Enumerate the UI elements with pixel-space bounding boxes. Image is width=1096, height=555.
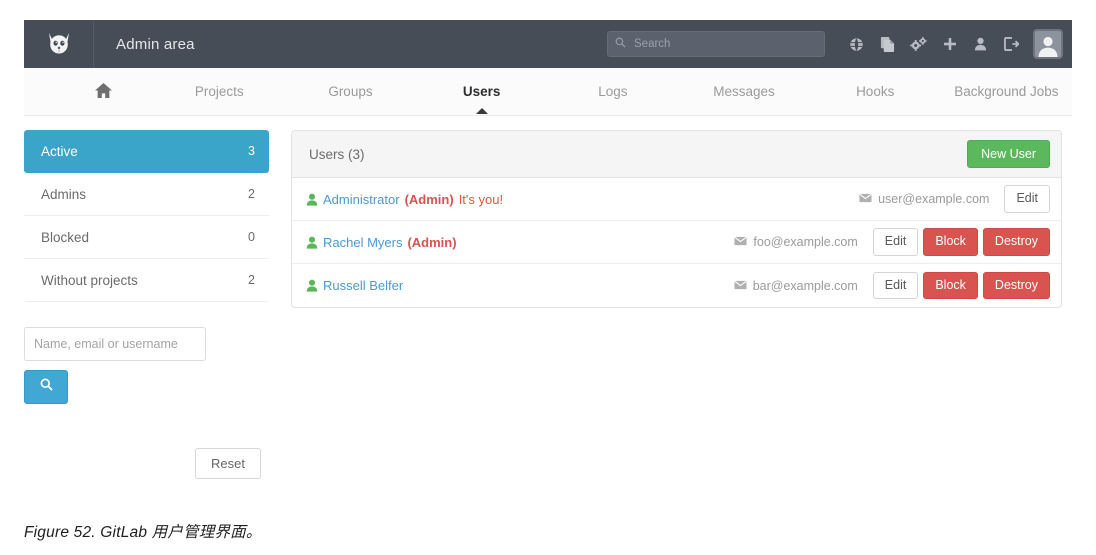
destroy-button[interactable]: Destroy — [982, 271, 1050, 300]
search-input[interactable] — [607, 31, 825, 57]
sidebar-item-count: 2 — [248, 273, 255, 287]
user-icon — [306, 193, 318, 206]
user-name-link[interactable]: Rachel Myers — [323, 235, 402, 250]
admin-tabbar: Projects Groups Users Logs Messages Hook… — [24, 68, 1072, 116]
user-filter-list: Active 3 Admins 2 Blocked 0 Without proj… — [24, 130, 269, 302]
user-search-form: Reset — [24, 302, 269, 479]
main-column: Users (3) New User Administrator (Admin)… — [269, 130, 1062, 479]
edit-button[interactable]: Edit — [872, 271, 919, 300]
admin-badge: (Admin) — [407, 234, 457, 250]
app-title: Admin area — [116, 35, 195, 53]
reset-button[interactable]: Reset — [195, 448, 261, 479]
page-title: Users (3) — [309, 146, 365, 162]
sidebar-item-count: 3 — [248, 144, 255, 158]
sidebar-item-label: Admins — [41, 186, 87, 202]
tab-label: Projects — [194, 84, 244, 99]
tab-projects[interactable]: Projects — [154, 68, 285, 115]
sidebar-item-blocked[interactable]: Blocked 0 — [24, 216, 269, 259]
user-identity: Administrator (Admin) It's you! — [306, 192, 503, 207]
sidebar-item-without-projects[interactable]: Without projects 2 — [24, 259, 269, 302]
envelope-icon — [734, 279, 747, 293]
its-you-note: It's you! — [458, 191, 504, 207]
user-identity: Rachel Myers (Admin) — [306, 235, 457, 250]
edit-button[interactable]: Edit — [872, 228, 919, 256]
active-tab-caret-icon — [475, 108, 488, 114]
tab-background-jobs[interactable]: Background Jobs — [941, 68, 1072, 115]
sidebar-item-label: Without projects — [41, 272, 138, 288]
reset-row: Reset — [24, 448, 269, 479]
tab-label: Hooks — [856, 84, 895, 99]
tab-label: Messages — [713, 84, 775, 99]
users-panel-header: Users (3) New User — [292, 131, 1061, 178]
user-identity: Russell Belfer — [306, 278, 403, 293]
gitlab-admin-window: Admin area Search Projects Groups Users … — [24, 20, 1072, 503]
navbar-actions — [607, 29, 1072, 59]
tab-label: Groups — [328, 84, 373, 99]
top-navbar: Admin area — [24, 20, 1072, 68]
sidebar-item-active[interactable]: Active 3 — [24, 130, 269, 173]
table-row: Russell Belfer bar@example.com Edit Bloc… — [292, 264, 1061, 307]
sidebar-item-count: 0 — [248, 230, 255, 244]
tab-label: Background Jobs — [954, 84, 1059, 99]
sign-out-icon[interactable] — [996, 29, 1027, 59]
user-email-text: bar@example.com — [752, 278, 858, 293]
screenshot-root: Admin area Search Projects Groups Users … — [0, 0, 1096, 555]
user-email: foo@example.com — [734, 235, 858, 249]
destroy-button[interactable]: Destroy — [982, 228, 1050, 256]
tab-users[interactable]: Users — [416, 68, 547, 115]
avatar[interactable] — [1033, 29, 1063, 59]
figure-caption: Figure 52. GitLab 用户管理界面。 — [24, 524, 262, 541]
tab-home[interactable] — [54, 68, 154, 115]
sidebar-item-admins[interactable]: Admins 2 — [24, 173, 269, 216]
tab-logs[interactable]: Logs — [547, 68, 678, 115]
users-panel: Users (3) New User Administrator (Admin)… — [291, 130, 1062, 308]
new-user-button[interactable]: New User — [967, 140, 1050, 168]
user-email-text: user@example.com — [878, 192, 990, 206]
content-area: Active 3 Admins 2 Blocked 0 Without proj… — [24, 116, 1072, 479]
user-name-link[interactable]: Administrator — [323, 192, 400, 207]
user-email: bar@example.com — [734, 279, 858, 293]
row-actions: bar@example.com Edit Block Destroy — [734, 271, 1050, 300]
table-row: Rachel Myers (Admin) foo@example.com Edi… — [292, 221, 1061, 264]
sidebar-item-label: Active — [41, 143, 78, 159]
admin-badge: (Admin) — [404, 191, 454, 207]
tab-hooks[interactable]: Hooks — [810, 68, 941, 115]
table-row: Administrator (Admin) It's you! user@exa… — [292, 178, 1061, 221]
envelope-icon — [734, 235, 747, 249]
user-icon[interactable] — [965, 29, 996, 59]
plus-icon[interactable] — [934, 29, 965, 59]
envelope-icon — [859, 192, 872, 206]
row-actions: foo@example.com Edit Block Destroy — [734, 228, 1050, 256]
user-icon — [306, 279, 318, 292]
gears-icon[interactable] — [903, 29, 934, 59]
search-icon — [40, 378, 53, 396]
copy-files-icon[interactable] — [872, 29, 903, 59]
user-email: user@example.com — [859, 192, 989, 206]
tab-label: Logs — [598, 84, 628, 99]
tab-groups[interactable]: Groups — [285, 68, 416, 115]
sidebar-item-label: Blocked — [41, 229, 90, 245]
tab-messages[interactable]: Messages — [678, 68, 809, 115]
brand-logo[interactable] — [24, 20, 94, 68]
home-icon — [94, 82, 113, 102]
user-email-text: foo@example.com — [753, 235, 858, 249]
globe-icon[interactable] — [841, 29, 872, 59]
global-search[interactable] — [607, 31, 825, 57]
block-button[interactable]: Block — [923, 271, 978, 300]
sidebar-item-count: 2 — [248, 187, 255, 201]
user-icon — [306, 236, 318, 249]
block-button[interactable]: Block — [923, 228, 978, 256]
avatar-placeholder-icon — [1038, 36, 1058, 57]
tab-label: Users — [462, 84, 501, 99]
user-search-input[interactable] — [24, 327, 206, 361]
edit-button[interactable]: Edit — [1004, 185, 1050, 213]
user-search-button[interactable] — [24, 370, 68, 404]
row-actions: user@example.com Edit — [859, 185, 1050, 213]
user-name-link[interactable]: Russell Belfer — [323, 278, 403, 293]
sidebar: Active 3 Admins 2 Blocked 0 Without proj… — [24, 130, 269, 479]
gitlab-fox-logo-icon — [46, 32, 72, 56]
